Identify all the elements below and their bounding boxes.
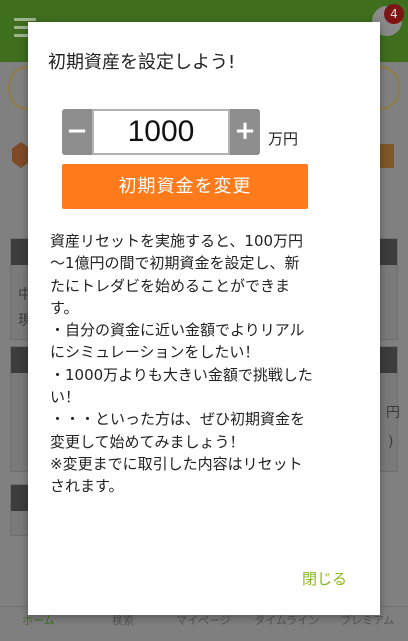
decrement-button[interactable]: −: [62, 109, 92, 155]
increment-button[interactable]: +: [230, 109, 260, 155]
change-initial-funds-button[interactable]: 初期資金を変更: [62, 164, 308, 209]
description-line: たにトレダビを始めることができま: [50, 276, 291, 295]
rank-bar: [380, 144, 394, 168]
amount-input[interactable]: [94, 111, 228, 153]
description-line: ・・・といった方は、ぜひ初期資金を: [50, 410, 306, 429]
description-line: ・自分の資金に近い金額でよりリアル: [50, 321, 305, 340]
close-button[interactable]: 閉じる: [302, 568, 347, 589]
description-line: す。: [50, 298, 79, 317]
bg-text-fragment: 円: [386, 405, 400, 421]
description-line: 〜1億円の間で初期資金を設定し、新: [50, 254, 300, 273]
notification-badge: 4: [384, 4, 404, 24]
description-line: 資産リセットを実施すると、100万円: [50, 232, 304, 250]
description-line: 変更して始めてみましょう！: [50, 432, 245, 451]
description-text: 資産リセットを実施すると、100万円 〜1億円の間で初期資金を設定し、新 たにト…: [50, 230, 368, 498]
description-line: にシミュレーションをしたい！: [50, 343, 260, 362]
bg-text-fragment: ): [388, 434, 394, 450]
amount-stepper: − +: [62, 109, 260, 155]
description-line: されます。: [50, 477, 124, 496]
initial-asset-dialog: 初期資産を設定しよう! − + 万円 初期資金を変更 資産リセットを実施すると、…: [28, 22, 380, 615]
amount-unit: 万円: [268, 130, 299, 148]
dialog-title: 初期資産を設定しよう!: [48, 52, 236, 73]
description-line: ※変更までに取引した内容はリセット: [50, 454, 303, 473]
description-line: ・1000万よりも大きい金額で挑戦した: [50, 365, 313, 384]
description-line: い！: [50, 388, 81, 407]
